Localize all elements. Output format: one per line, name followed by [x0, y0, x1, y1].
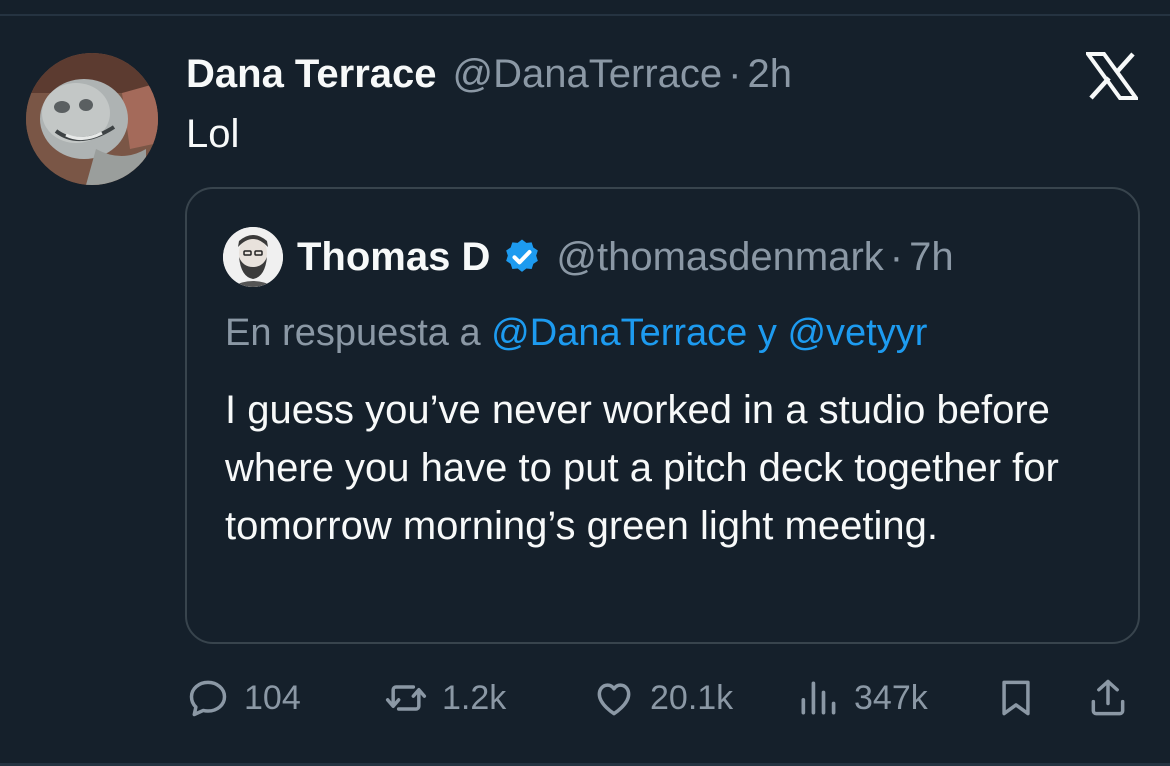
mention-link[interactable]: @DanaTerrace	[491, 312, 747, 354]
share-icon	[1091, 679, 1125, 716]
top-divider	[0, 14, 1170, 16]
bookmark-icon	[1002, 680, 1030, 716]
author-handle[interactable]: @DanaTerrace	[453, 50, 723, 98]
repost-button[interactable]: 1.2k	[384, 672, 506, 724]
separator-dot: ·	[728, 52, 742, 96]
quoted-time[interactable]: 7h	[909, 233, 954, 281]
tweet-header: Dana Terrace @DanaTerrace · 2h	[186, 50, 792, 98]
bookmark-button[interactable]	[994, 672, 1038, 724]
views-button[interactable]: 347k	[796, 672, 928, 724]
quoted-author-handle[interactable]: @thomasdenmark	[556, 233, 883, 281]
quoted-header: Thomas D @thomasdenmark · 7h	[297, 233, 954, 281]
views-chart-icon	[801, 681, 836, 715]
reply-icon	[189, 680, 227, 717]
repost-count: 1.2k	[442, 678, 507, 717]
heart-icon	[597, 683, 631, 716]
quoted-author-avatar[interactable]	[223, 227, 283, 287]
reply-button[interactable]: 104	[186, 672, 301, 724]
reply-count: 104	[244, 678, 301, 717]
action-bar: 104 1.2k 20.1k 347k	[0, 672, 1170, 724]
quoted-tweet-card[interactable]: Thomas D @thomasdenmark · 7h En respuest…	[185, 187, 1140, 644]
reply-prefix: En respuesta a	[225, 312, 492, 354]
tweet-text: Lol	[186, 112, 240, 156]
like-button[interactable]: 20.1k	[592, 672, 733, 724]
mention-link[interactable]: @vetyyr	[787, 312, 927, 354]
reply-context: En respuesta a @DanaTerrace y @vetyyr	[225, 310, 927, 356]
like-count: 20.1k	[650, 678, 734, 717]
x-logo-icon[interactable]	[1084, 52, 1140, 100]
quoted-author-name[interactable]: Thomas D	[297, 233, 490, 281]
views-count: 347k	[854, 678, 928, 717]
separator-dot: ·	[889, 235, 904, 279]
tweet-screenshot: Dana Terrace @DanaTerrace · 2h Lol Thoma…	[0, 0, 1170, 766]
quoted-tweet-text: I guess you’ve never worked in a studio …	[225, 388, 1059, 548]
share-button[interactable]	[1086, 672, 1130, 724]
author-name[interactable]: Dana Terrace	[186, 50, 437, 98]
author-avatar[interactable]	[26, 53, 158, 185]
reply-joiner: y	[747, 312, 788, 354]
tweet-time[interactable]: 2h	[747, 50, 792, 98]
verified-badge-icon	[506, 239, 539, 272]
repost-icon	[385, 685, 427, 711]
